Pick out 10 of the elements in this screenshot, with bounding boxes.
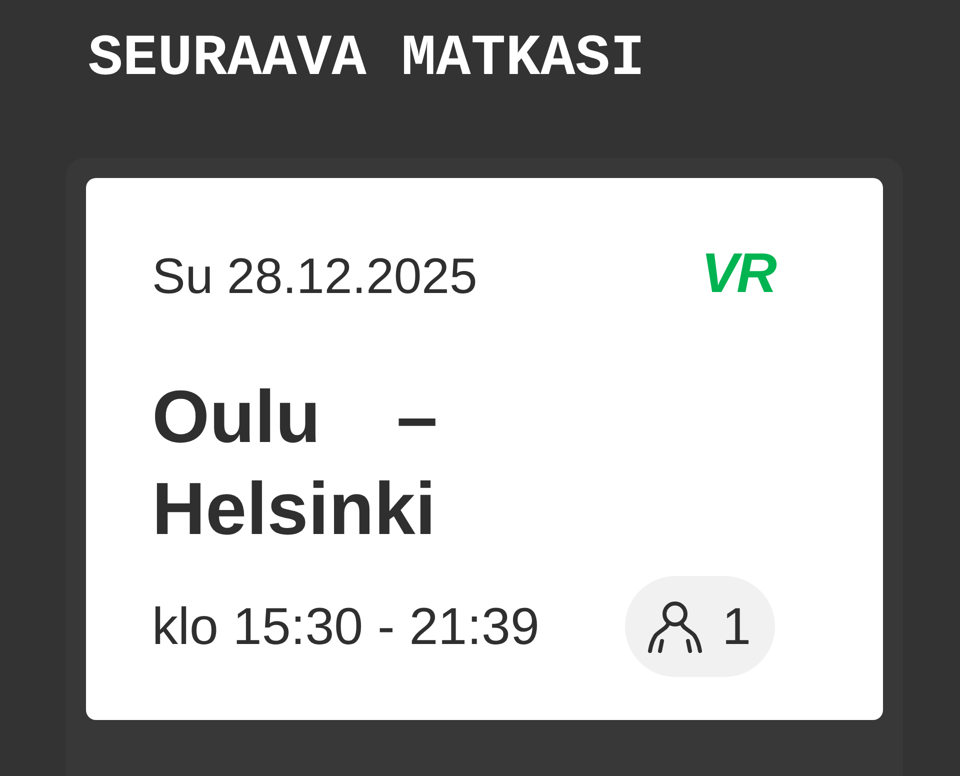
destination-station: Helsinki [152,466,436,552]
passenger-count: 1 [722,600,751,652]
trip-card[interactable]: Su 28.12.2025 VR Oulu – Helsinki klo 15:30 - 21:39 1 [86,178,883,720]
origin-station: Oulu [152,374,321,460]
brand-logo: VR [701,245,775,301]
trip-date: Su 28.12.2025 [152,251,478,301]
section-heading: SEURAAVA MATKASI [88,31,645,89]
trip-time: klo 15:30 - 21:39 [152,600,540,652]
person-icon [647,600,704,652]
route-separator: – [396,374,438,460]
